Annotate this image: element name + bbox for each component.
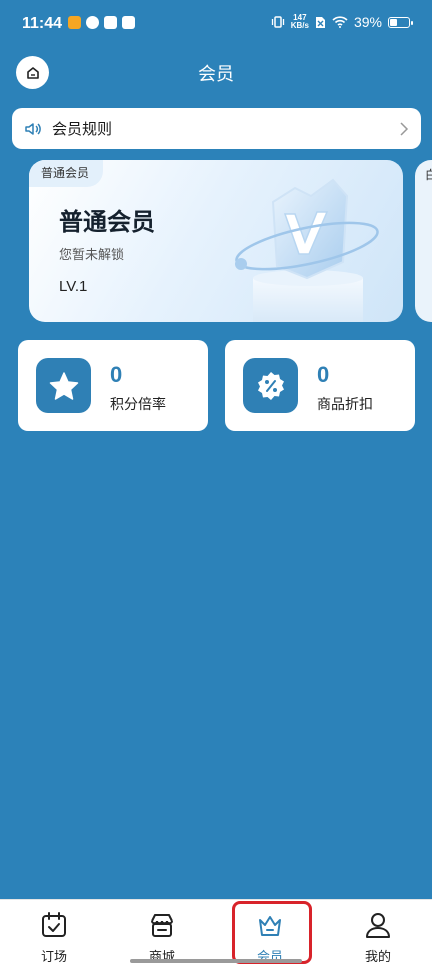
tab-member[interactable]: 会员 [216, 900, 324, 964]
tab-profile-label: 我的 [364, 950, 391, 964]
header: 会员 [0, 52, 432, 92]
page-title: 会员 [198, 64, 234, 85]
star-icon [36, 358, 91, 413]
discount-icon [243, 358, 298, 413]
notification-icons [68, 16, 135, 29]
network-speed: 147 KB/s [291, 14, 309, 30]
points-multiplier-card[interactable]: 0 积分倍率 [18, 340, 208, 431]
member-lock-status: 您暂未解锁 [59, 248, 125, 263]
member-card[interactable]: 普通会员 普通会员 您暂未解锁 LV.1 [29, 160, 403, 322]
member-card-tag: 普通会员 [29, 160, 104, 187]
product-discount-label: 商品折扣 [317, 397, 373, 413]
crown-icon [259, 916, 281, 936]
member-rules-bar[interactable]: 会员规则 [12, 108, 421, 149]
member-level: LV.1 [59, 278, 88, 295]
product-discount-card[interactable]: 0 商品折扣 [225, 340, 415, 431]
app-notification-icon [86, 16, 99, 29]
status-right: 147 KB/s 39% [271, 14, 413, 30]
speaker-icon [25, 122, 41, 135]
user-icon [366, 913, 390, 938]
next-member-card-tag: 白 [425, 168, 432, 182]
store-icon [151, 914, 173, 937]
wifi-icon [332, 16, 348, 28]
member-rules-label: 会员规则 [52, 120, 113, 138]
tab-booking[interactable]: 订场 [0, 900, 108, 964]
weibo-notification-icon [68, 16, 81, 29]
vibrate-icon [271, 16, 284, 28]
app-notification-icon-2 [104, 16, 117, 29]
points-multiplier-label: 积分倍率 [110, 397, 166, 413]
next-member-card[interactable]: 白 [415, 160, 432, 322]
battery-icon [388, 16, 413, 28]
tab-booking-label: 订场 [40, 950, 67, 964]
status-time: 11:44 [22, 15, 63, 32]
no-sim-icon [315, 16, 325, 28]
tab-store[interactable]: 商城 [108, 900, 216, 964]
message-notification-icon [122, 16, 135, 29]
home-indicator[interactable] [130, 959, 302, 963]
member-card-carousel[interactable]: 普通会员 普通会员 您暂未解锁 LV.1 白 [0, 160, 432, 322]
chevron-right-icon [400, 121, 409, 136]
battery-percent: 39% [353, 14, 382, 30]
network-speed-unit: KB/s [290, 21, 309, 30]
calendar-check-icon [42, 912, 66, 937]
bottom-tab-bar: 订场 商城 会员 我的 [0, 899, 432, 964]
product-discount-value: 0 [317, 362, 330, 387]
tab-profile[interactable]: 我的 [324, 900, 432, 964]
points-multiplier-value: 0 [110, 362, 123, 387]
v-shield-icon [235, 178, 379, 322]
member-level-name: 普通会员 [59, 208, 155, 236]
status-bar: 11:44 147 KB/s 39% [0, 0, 432, 52]
